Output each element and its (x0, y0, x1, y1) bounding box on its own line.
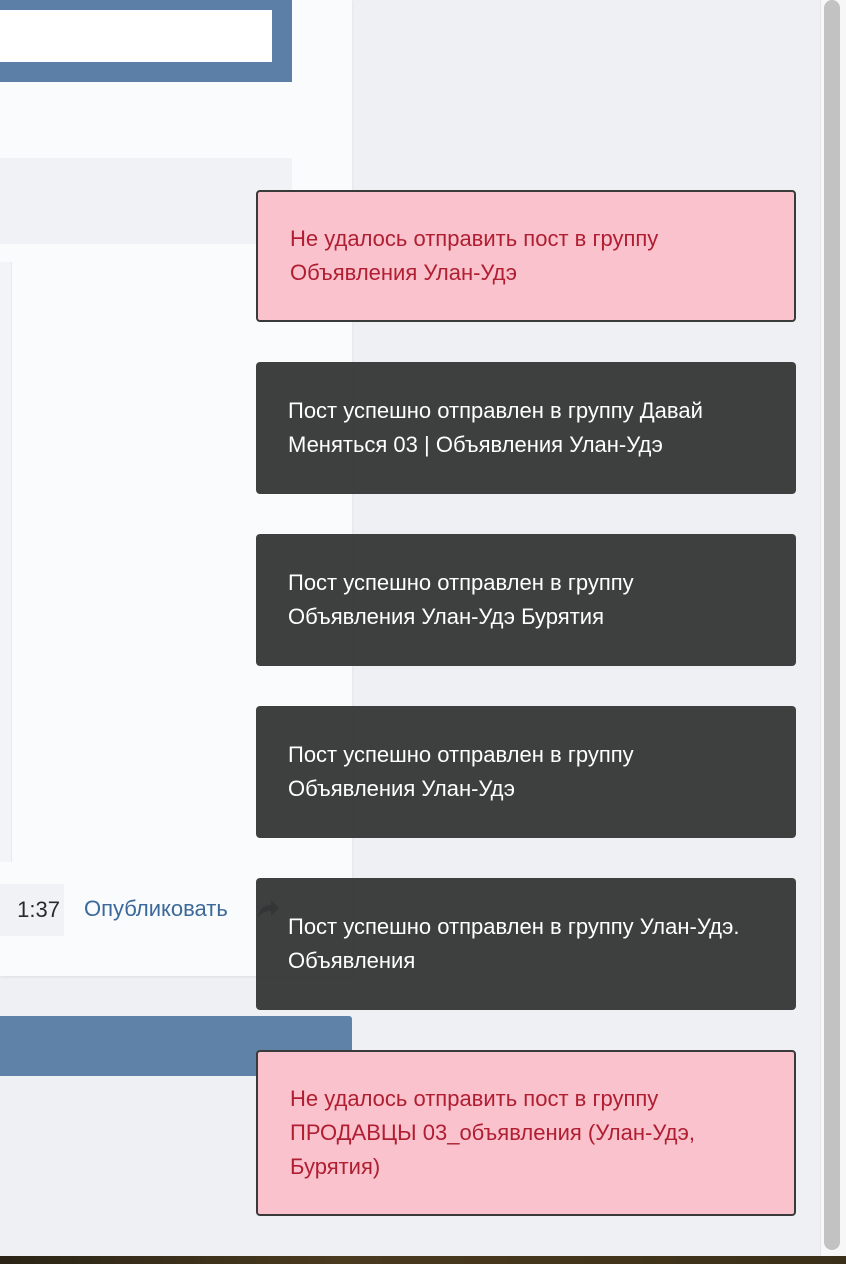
post-time: 1:37 (0, 884, 64, 936)
toast-success[interactable]: Пост успешно отправлен в группу Объявлен… (256, 534, 796, 666)
toast-error[interactable]: Не удалось отправить пост в группу ПРОДА… (256, 1050, 796, 1216)
toast-message: Пост успешно отправлен в группу Объявлен… (288, 570, 634, 629)
publish-link[interactable]: Опубликовать (84, 896, 228, 922)
toast-success[interactable]: Пост успешно отправлен в группу Объявлен… (256, 706, 796, 838)
toast-message: Пост успешно отправлен в группу Давай Ме… (288, 398, 703, 457)
toast-success[interactable]: Пост успешно отправлен в группу Давай Ме… (256, 362, 796, 494)
toast-message: Пост успешно отправлен в группу Улан-Удэ… (288, 914, 740, 973)
post-body-area (0, 262, 12, 862)
scrollbar-thumb[interactable] (824, 0, 840, 1250)
toast-error[interactable]: Не удалось отправить пост в группу Объяв… (256, 190, 796, 322)
toast-success[interactable]: Пост успешно отправлен в группу Улан-Удэ… (256, 878, 796, 1010)
post-header-strip (0, 158, 292, 244)
window-bottom-edge (0, 1256, 846, 1264)
top-input-field[interactable] (0, 10, 272, 62)
toast-message: Пост успешно отправлен в группу Объявлен… (288, 742, 634, 801)
toast-message: Не удалось отправить пост в группу ПРОДА… (290, 1086, 695, 1179)
toast-message: Не удалось отправить пост в группу Объяв… (290, 226, 659, 285)
